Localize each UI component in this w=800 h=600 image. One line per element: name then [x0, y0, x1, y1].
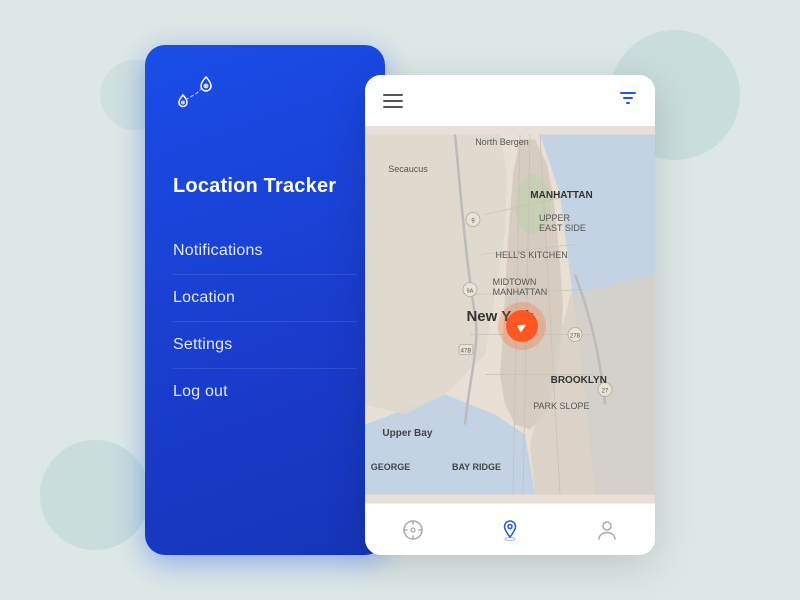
app-title: Location Tracker — [173, 175, 357, 198]
bottom-nav-compass[interactable] — [393, 510, 433, 550]
hamburger-menu-icon[interactable] — [383, 94, 403, 108]
bg-decoration-2 — [40, 440, 150, 550]
nav-menu: Notifications Location Settings Log out — [173, 228, 357, 415]
filter-icon[interactable] — [619, 89, 637, 112]
svg-text:27: 27 — [602, 389, 609, 395]
location-pin[interactable]: ► — [506, 310, 538, 342]
nav-item-location[interactable]: Location — [173, 274, 357, 321]
bottom-nav-location[interactable] — [490, 510, 530, 550]
app-logo-icon — [173, 75, 223, 115]
main-container: Location Tracker Notifications Location … — [145, 45, 655, 555]
nav-item-logout[interactable]: Log out — [173, 368, 357, 415]
bottom-nav-profile[interactable] — [587, 510, 627, 550]
right-panel: 9 278 27 9A 47B North Bergen Secaucus MA… — [365, 75, 655, 555]
logo-area — [173, 75, 357, 115]
nav-item-settings[interactable]: Settings — [173, 321, 357, 368]
map-area[interactable]: 9 278 27 9A 47B North Bergen Secaucus MA… — [365, 126, 655, 503]
svg-text:278: 278 — [570, 334, 581, 340]
svg-text:47B: 47B — [461, 349, 472, 355]
nav-item-notifications[interactable]: Notifications — [173, 228, 357, 274]
navigation-arrow-icon: ► — [512, 315, 532, 336]
map-header — [365, 75, 655, 126]
bottom-nav — [365, 503, 655, 555]
left-panel: Location Tracker Notifications Location … — [145, 45, 385, 555]
svg-text:9A: 9A — [467, 289, 474, 295]
